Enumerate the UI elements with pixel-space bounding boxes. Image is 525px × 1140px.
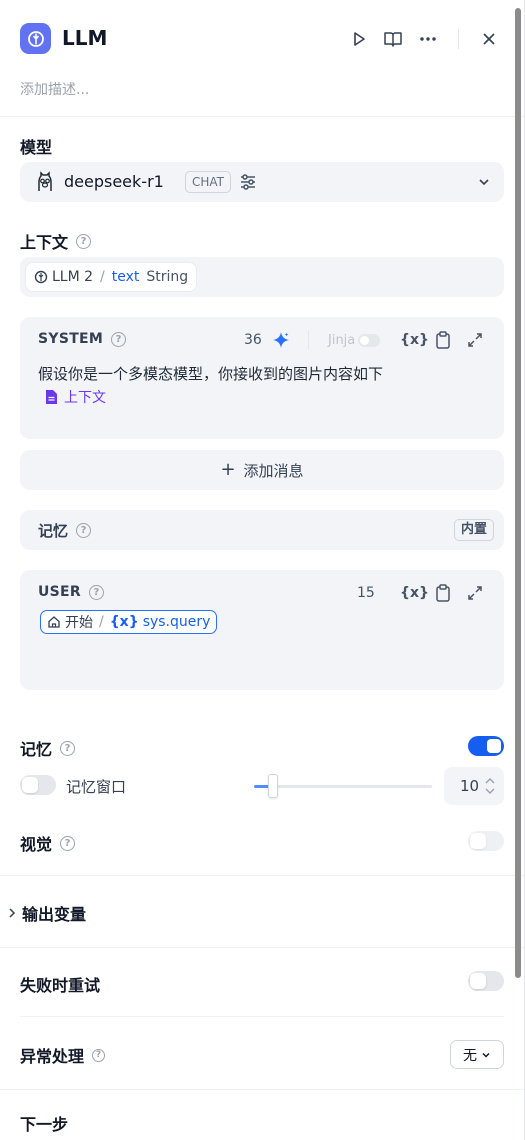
more-icon[interactable] [417, 28, 439, 50]
context-variable-box[interactable]: LLM 2 / text String [20, 257, 504, 297]
insert-variable-icon[interactable]: {x} [400, 582, 429, 604]
system-prompt-text[interactable]: 假设你是一个多模态模型，你接收到的图片内容如下 [38, 363, 383, 384]
model-name: deepseek-r1 [64, 172, 164, 191]
error-handling-select[interactable]: 无 [450, 1040, 504, 1069]
toolbar-divider [308, 331, 309, 349]
builtin-badge: 内置 [453, 519, 494, 541]
variable-icon: {x} [109, 614, 139, 630]
token-count: 36 [244, 332, 262, 348]
user-role-label: USER ? [38, 584, 104, 600]
scrollbar[interactable] [515, 8, 521, 978]
memory-label: 记忆 ? [20, 736, 76, 760]
llm-node-icon [20, 23, 51, 54]
help-icon[interactable]: ? [60, 740, 76, 756]
description-input[interactable]: 添加描述... [20, 79, 89, 99]
help-icon[interactable]: ? [111, 331, 127, 347]
insert-variable-icon[interactable]: {x} [400, 329, 429, 351]
expand-icon[interactable] [467, 582, 483, 604]
chevron-down-icon [482, 1052, 490, 1058]
llm-node-mini-icon [34, 270, 48, 284]
context-label: 上下文 ? [20, 229, 92, 253]
expand-icon[interactable] [467, 329, 483, 351]
retry-label: 失败时重试 [20, 976, 101, 995]
retry-toggle[interactable] [468, 971, 504, 991]
section-separator [0, 947, 524, 948]
clipboard-icon[interactable] [435, 329, 451, 351]
close-icon[interactable] [478, 28, 500, 50]
chevron-down-icon [479, 179, 489, 186]
model-mode-badge: CHAT [185, 171, 232, 193]
slider-thumb[interactable] [268, 774, 278, 798]
home-icon [48, 616, 60, 628]
sliders-icon[interactable] [238, 172, 258, 192]
plus-icon: + [220, 459, 236, 480]
section-separator [20, 1016, 504, 1017]
help-icon[interactable]: ? [76, 233, 92, 249]
model-selector[interactable]: deepseek-r1 CHAT [20, 162, 504, 202]
memory-window-toggle[interactable] [20, 775, 56, 795]
memory-window-label: 记忆窗口 [66, 778, 127, 796]
memory-toggle[interactable] [468, 736, 504, 756]
header-separator [0, 116, 524, 117]
memory-builtin-row: 记忆 ? 内置 [20, 510, 504, 550]
help-icon[interactable]: ? [76, 523, 92, 538]
help-icon[interactable]: ? [92, 1048, 106, 1062]
node-title[interactable]: LLM [62, 26, 107, 50]
memory-window-input[interactable]: 10 [444, 767, 504, 805]
section-separator [0, 1089, 524, 1090]
book-icon[interactable] [382, 28, 404, 50]
help-icon[interactable]: ? [89, 584, 104, 600]
vision-toggle[interactable] [468, 831, 504, 851]
stepper-icon[interactable] [484, 775, 496, 797]
query-variable-chip[interactable]: 开始 / {x} sys.query [40, 610, 218, 634]
token-count: 15 [357, 585, 375, 601]
sparkle-icon[interactable] [272, 329, 290, 351]
user-message-card[interactable]: USER ? 15 {x} 开始 / {x} sys.query [20, 570, 504, 690]
memory-window-slider[interactable] [254, 785, 432, 788]
help-icon[interactable]: ? [60, 835, 76, 851]
file-icon [46, 390, 57, 404]
output-vars-header[interactable]: 输出变量 [8, 901, 86, 925]
chevron-right-icon [9, 908, 16, 918]
system-role-label: SYSTEM ? [38, 331, 127, 347]
context-tag[interactable]: 上下文 [44, 387, 106, 407]
vision-label: 视觉 ? [20, 831, 76, 855]
model-label: 模型 [20, 138, 53, 157]
run-icon[interactable] [348, 28, 370, 50]
jinja-switch[interactable] [358, 333, 381, 347]
context-variable-chip[interactable]: LLM 2 / text String [26, 263, 197, 291]
system-message-card[interactable]: SYSTEM ? 36 Jinja {x} 假设你是一个多模态模型，你接收到的图… [20, 317, 504, 439]
error-handling-label: 异常处理 ? [20, 1043, 106, 1067]
section-separator [0, 875, 524, 876]
clipboard-icon[interactable] [435, 582, 451, 604]
header-divider [458, 29, 459, 49]
jinja-toggle[interactable]: Jinja [328, 329, 381, 351]
llama-model-icon [38, 171, 52, 191]
panel-header: LLM [20, 22, 504, 56]
llm-node-panel: LLM 添加描述... 模型 deepseek-r1 CHAT 上下文 ? LL… [0, 0, 525, 1140]
add-message-button[interactable]: + 添加消息 [20, 450, 504, 490]
next-step-label: 下一步 [20, 1115, 69, 1134]
